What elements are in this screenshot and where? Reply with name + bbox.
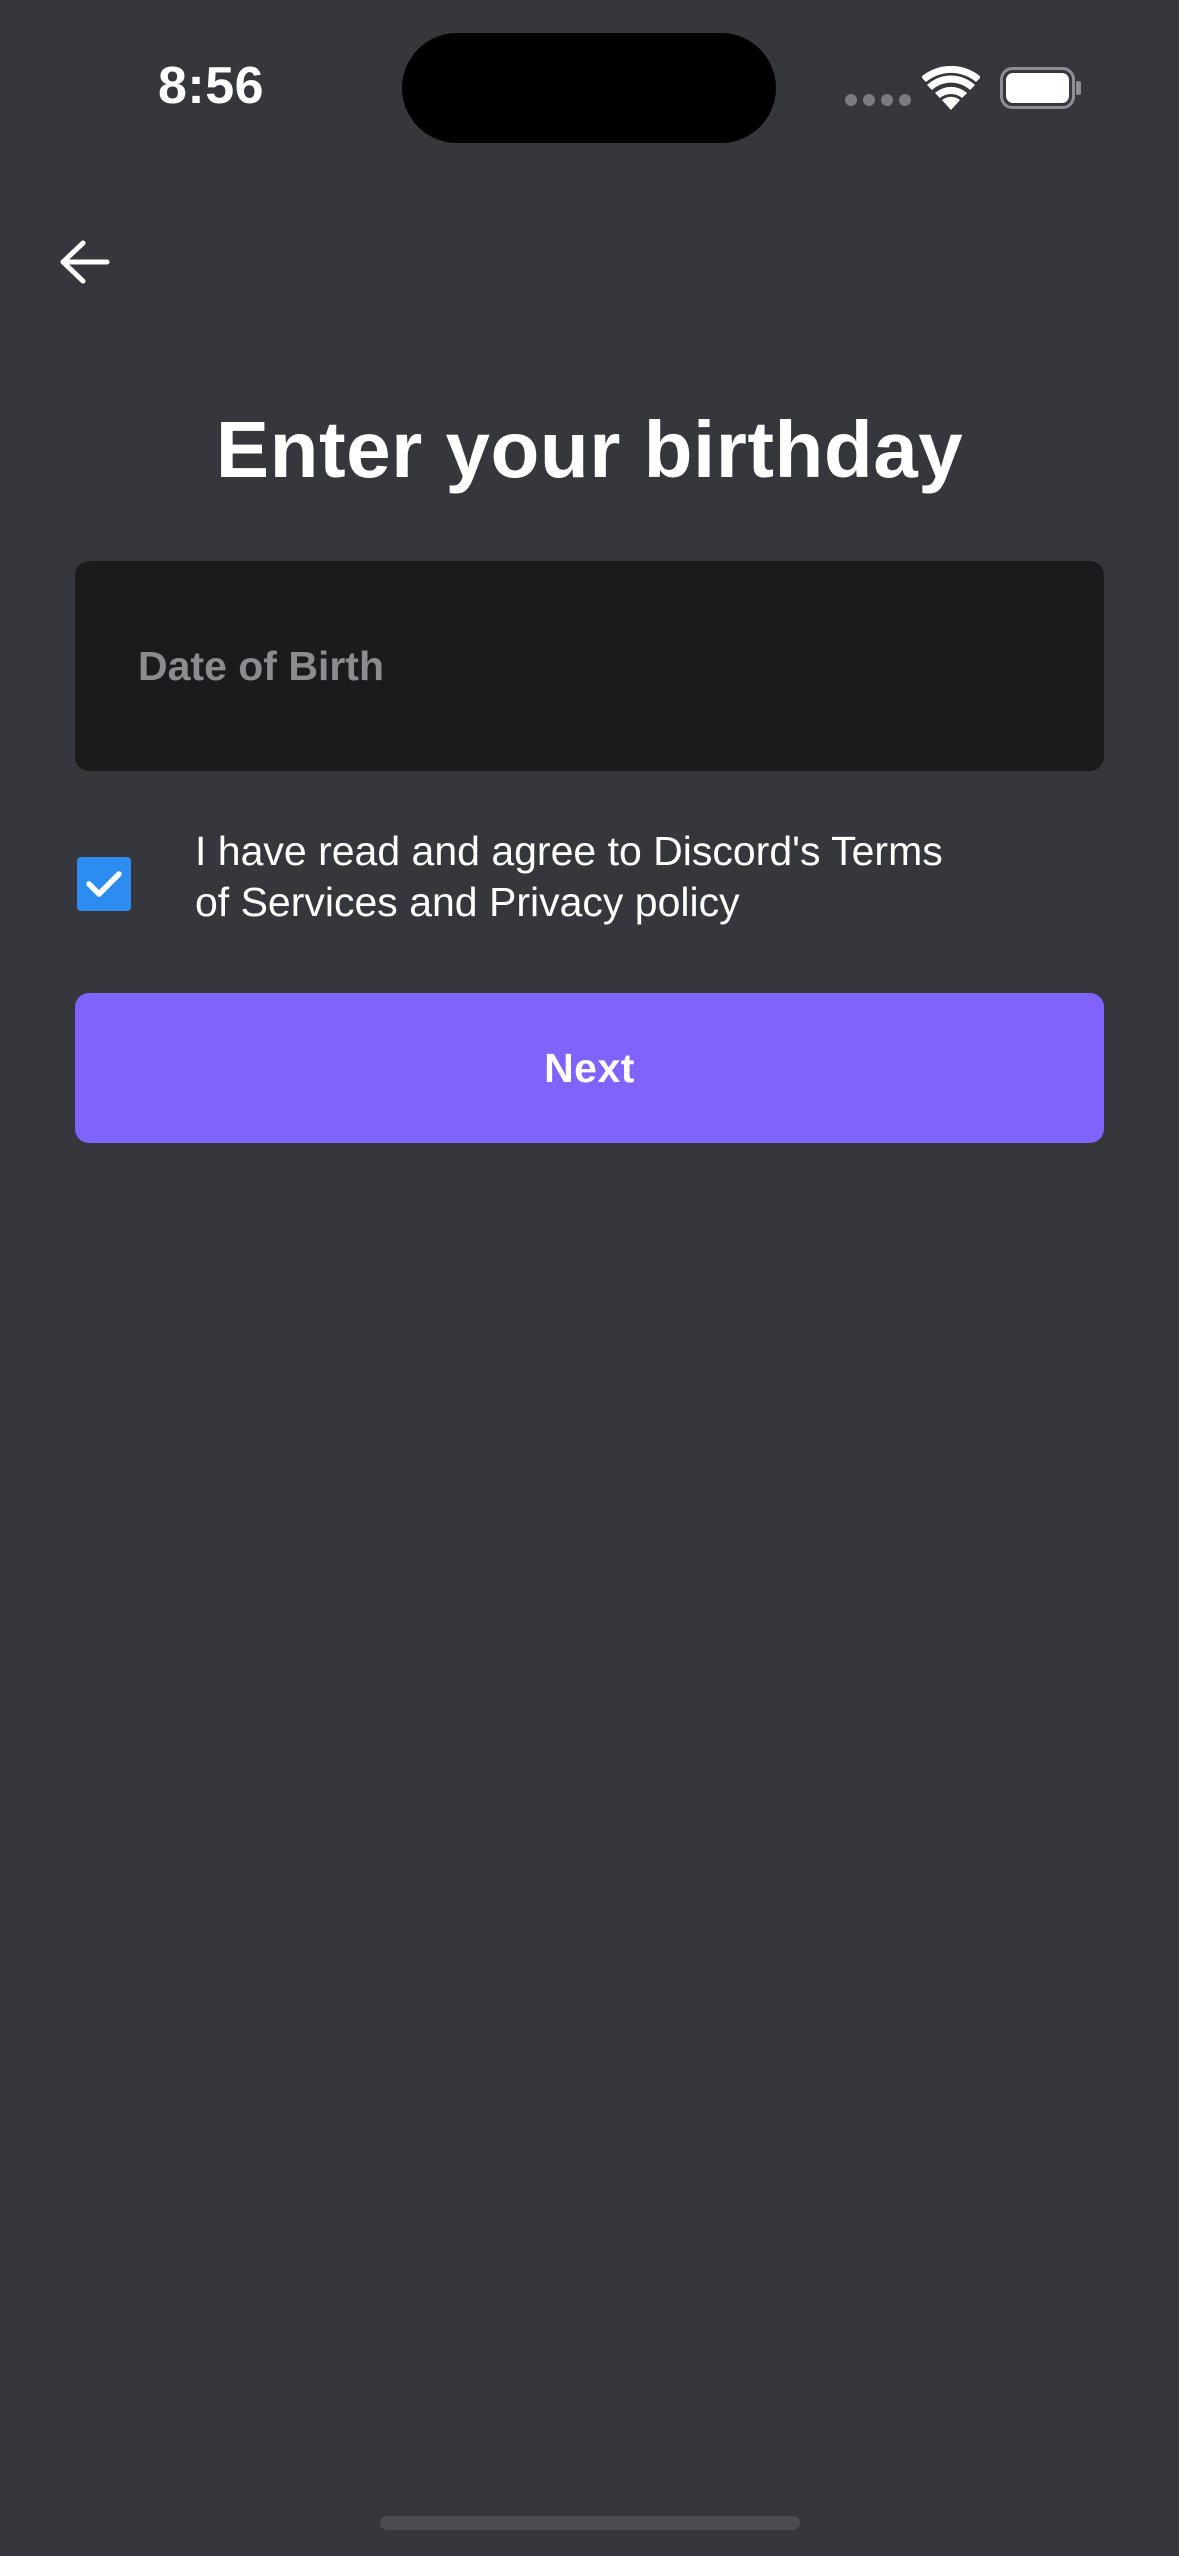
next-button[interactable]: Next bbox=[75, 993, 1104, 1143]
terms-label-line-2: of Services and Privacy policy bbox=[195, 879, 740, 925]
date-of-birth-input[interactable] bbox=[136, 641, 1104, 691]
terms-agreement: I have read and agree to Discord's Terms… bbox=[77, 826, 1097, 936]
checkmark-icon bbox=[86, 871, 122, 897]
page-title: Enter your birthday bbox=[215, 405, 964, 494]
status-bar: 8:56 bbox=[0, 0, 1179, 170]
date-of-birth-field[interactable] bbox=[75, 561, 1104, 771]
terms-label-line-1: I have read and agree to Discord's Terms bbox=[195, 828, 943, 874]
terms-label: I have read and agree to Discord's Terms… bbox=[195, 826, 1095, 928]
status-time: 8:56 bbox=[158, 57, 265, 115]
arrow-left-icon bbox=[60, 240, 110, 284]
wifi-icon bbox=[922, 66, 980, 110]
signal-dots-icon bbox=[845, 94, 911, 106]
dynamic-island bbox=[402, 33, 776, 143]
back-button[interactable] bbox=[52, 230, 116, 294]
terms-checkbox[interactable] bbox=[77, 857, 131, 911]
home-indicator bbox=[380, 2516, 800, 2530]
battery-icon bbox=[1000, 67, 1081, 109]
